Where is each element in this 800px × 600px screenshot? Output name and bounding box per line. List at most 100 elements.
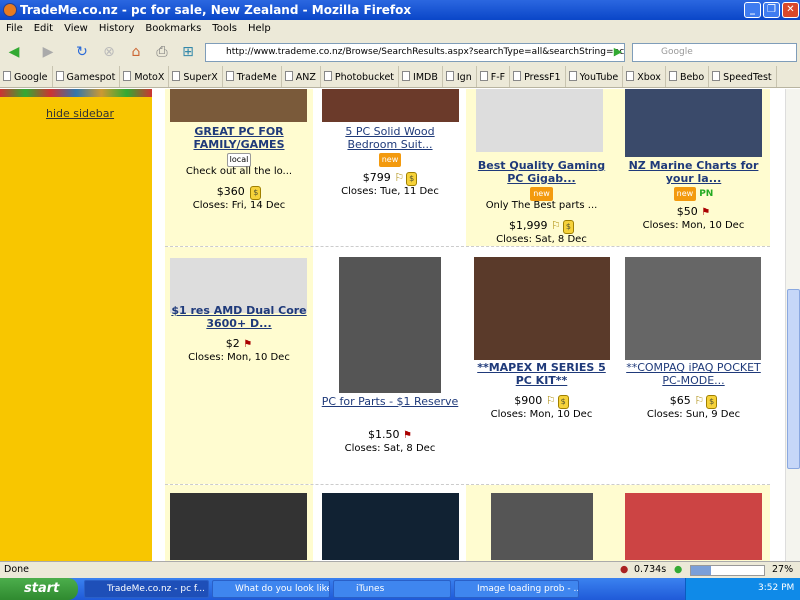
bookmark-f-f[interactable]: F-F: [477, 66, 511, 87]
listing-card: PC for Parts - $1 Reserve $1.50 ⚑ Closes: …: [314, 247, 466, 484]
bookmarks-toolbar: Google Gamespot MotoX SuperX TradeMe ANZ Photo…: [0, 66, 800, 88]
bookmark-label: Xbox: [637, 72, 661, 83]
listing-title[interactable]: $1 res AMD Dual Core 3600+ D...: [165, 304, 313, 330]
address-bar[interactable]: http://www.trademe.co.nz/Browse/SearchRe…: [205, 43, 625, 62]
bookmark-google[interactable]: Google: [0, 66, 53, 87]
reserve-met-flag-icon: ⚑: [243, 339, 253, 350]
listing-card: [165, 485, 313, 561]
reload-button[interactable]: ↻: [72, 42, 92, 62]
bookmark-pressf1[interactable]: PressF1: [510, 66, 566, 87]
bookmark-icon: [402, 71, 411, 81]
title-bar: TradeMe.co.nz - pc for sale, New Zealand…: [0, 0, 800, 20]
forward-button[interactable]: ▶: [38, 42, 58, 62]
row-divider: [165, 246, 770, 247]
listing-price: $1.50: [368, 428, 400, 441]
menu-history[interactable]: History: [93, 20, 140, 34]
hide-sidebar-link[interactable]: hide sidebar: [46, 107, 114, 120]
listing-thumbnail[interactable]: [625, 493, 762, 560]
start-button[interactable]: start: [0, 578, 78, 600]
listing-thumbnail[interactable]: [474, 257, 610, 360]
bookmark-icon: [3, 71, 11, 81]
listing-thumbnail[interactable]: [322, 89, 459, 122]
bookmark-xbox[interactable]: Xbox: [623, 66, 666, 87]
bookmark-label: SpeedTest: [723, 72, 772, 83]
go-button[interactable]: ▶: [608, 42, 628, 62]
listing-title[interactable]: NZ Marine Charts for your la...: [617, 159, 770, 185]
listing-thumbnail[interactable]: [170, 89, 307, 122]
stop-button[interactable]: ⊗: [99, 42, 119, 62]
menu-bookmarks[interactable]: Bookmarks: [139, 20, 206, 34]
listing-thumbnail[interactable]: [339, 257, 441, 393]
menu-bar: File Edit View History Bookmarks Tools Help: [0, 20, 800, 38]
listing-title[interactable]: 5 PC Solid Wood Bedroom Suit...: [314, 125, 466, 151]
listing-thumbnail[interactable]: [491, 493, 593, 560]
listing-price: $900: [514, 394, 543, 407]
bookmark-youtube[interactable]: YouTube: [566, 66, 624, 87]
bookmark-label: Photobucket: [334, 72, 395, 83]
search-input[interactable]: Google: [632, 43, 797, 62]
listing-thumbnail[interactable]: [625, 89, 762, 157]
bookmark-motox[interactable]: MotoX: [120, 66, 170, 87]
bookmark-bebo[interactable]: Bebo: [666, 66, 710, 87]
bookmark-imdb[interactable]: IMDB: [399, 66, 443, 87]
listing-card: [617, 485, 770, 561]
listing-thumbnail[interactable]: [170, 493, 307, 560]
bookmark-label: PressF1: [524, 72, 561, 83]
task-firefox-2[interactable]: What do you look like...: [212, 580, 330, 598]
new-badge: new: [673, 187, 697, 201]
bookmark-anz[interactable]: ANZ: [282, 66, 321, 87]
buy-now-tag-icon: $: [557, 395, 569, 409]
listing-price-row: $1,999 ⚐ $: [466, 220, 617, 234]
reserve-not-met-flag-icon: ⚐: [551, 219, 561, 232]
task-itunes[interactable]: iTunes: [333, 580, 451, 598]
sidebar-banner: [0, 89, 152, 97]
listing-title[interactable]: **MAPEX M SERIES 5 PC KIT**: [466, 361, 617, 387]
print-button[interactable]: ⎙: [152, 42, 172, 62]
listing-price-row: $900 ⚐ $: [466, 395, 617, 409]
menu-view[interactable]: View: [58, 20, 93, 34]
close-button[interactable]: ✕: [782, 2, 799, 18]
listing-thumbnail[interactable]: [476, 89, 603, 152]
listing-closes: Closes: Sun, 9 Dec: [646, 409, 741, 420]
bookmark-icon: [55, 71, 64, 81]
listing-card: 5 PC Solid Wood Bedroom Suit... new $799 ⚐…: [314, 89, 466, 246]
menu-help[interactable]: Help: [242, 20, 276, 34]
start-label: start: [24, 581, 60, 596]
back-button[interactable]: ◀: [4, 42, 24, 62]
reserve-not-met-flag-icon: ⚐: [694, 394, 705, 407]
listing-title[interactable]: Best Quality Gaming PC Gigab...: [466, 159, 617, 185]
listing-title[interactable]: **COMPAQ iPAQ POCKET PC-MODE...: [617, 361, 770, 387]
listing-price: $50: [676, 205, 698, 218]
listing-title[interactable]: GREAT PC FOR FAMILY/GAMES: [165, 125, 313, 151]
bookmark-ign[interactable]: Ign: [443, 66, 477, 87]
listing-thumbnail[interactable]: [625, 257, 761, 360]
minimize-button[interactable]: _: [744, 2, 761, 18]
task-firefox-trademe[interactable]: TradeMe.co.nz - pc f...: [84, 580, 209, 598]
vertical-scrollbar[interactable]: [785, 89, 800, 561]
listing-price: $360: [216, 185, 245, 198]
menu-file[interactable]: File: [0, 20, 28, 34]
listing-card: GREAT PC FOR FAMILY/GAMES local Check out …: [165, 89, 313, 246]
listing-thumbnail[interactable]: [322, 493, 459, 560]
new-tab-button[interactable]: ⊞: [178, 42, 198, 62]
task-label: Image loading prob - ...: [477, 584, 579, 594]
bookmark-superx[interactable]: SuperX: [169, 66, 223, 87]
listing-card: Best Quality Gaming PC Gigab... new Only T…: [466, 89, 617, 246]
menu-tools[interactable]: Tools: [206, 20, 242, 34]
reserve-not-met-flag-icon: ⚐: [394, 171, 405, 184]
listing-card: **MAPEX M SERIES 5 PC KIT** $900 ⚐ $ Closes…: [466, 247, 617, 484]
listing-subtitle: Check out all the lo...: [185, 166, 293, 177]
bookmark-speedtest[interactable]: SpeedTest: [709, 66, 777, 87]
listing-closes: Closes: Mon, 10 Dec: [642, 220, 745, 231]
listing-title[interactable]: PC for Parts - $1 Reserve: [314, 395, 466, 408]
home-button[interactable]: ⌂: [126, 42, 146, 62]
menu-edit[interactable]: Edit: [28, 20, 58, 34]
bookmark-photobucket[interactable]: Photobucket: [321, 66, 400, 87]
maximize-button[interactable]: ❐: [763, 2, 780, 18]
bookmark-gamespot[interactable]: Gamespot: [53, 66, 121, 87]
listing-price: $65: [669, 394, 691, 407]
navigation-toolbar: ◀ ▶ ↻ ⊗ ⌂ ⎙ ⊞ http://www.trademe.co.nz/B…: [0, 38, 800, 66]
scrollbar-thumb[interactable]: [787, 289, 800, 469]
task-image-loading[interactable]: Image loading prob - ...: [454, 580, 579, 598]
bookmark-trademe[interactable]: TradeMe: [223, 66, 282, 87]
